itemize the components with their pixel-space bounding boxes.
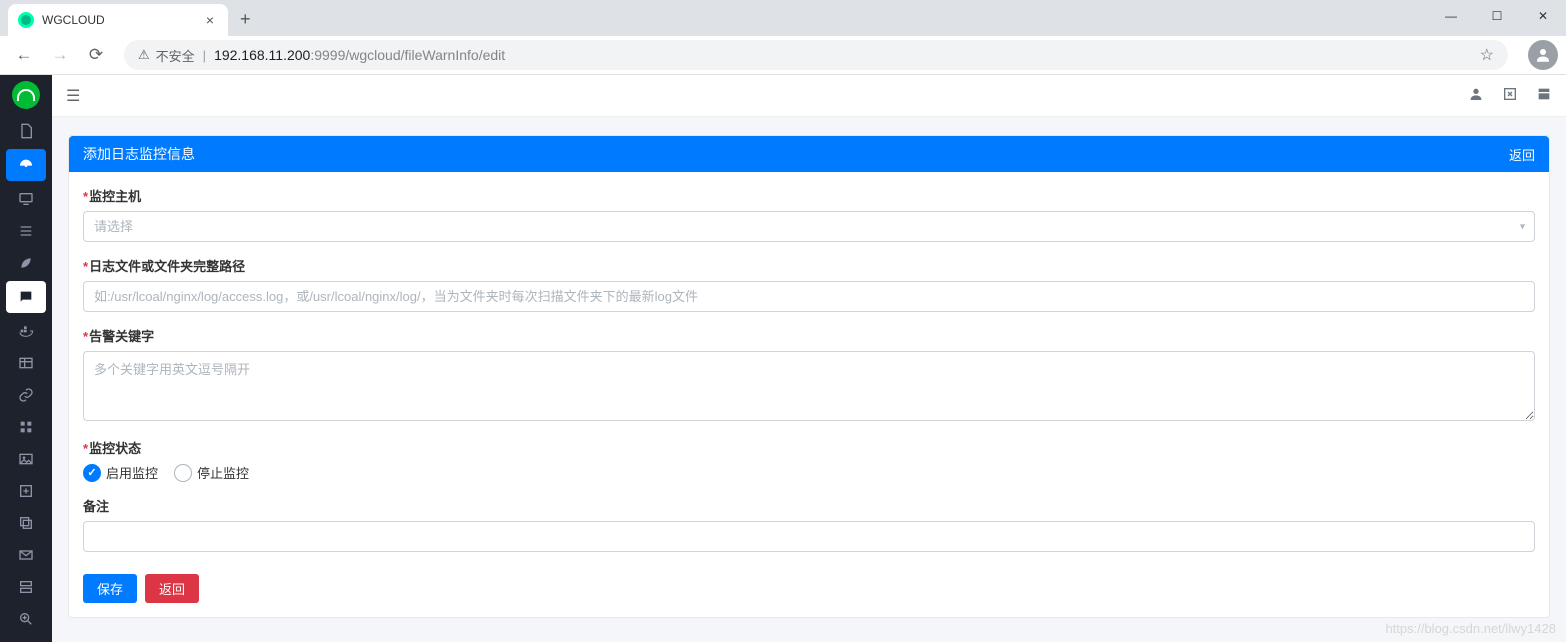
status-enable-radio[interactable]: 启用监控 (83, 463, 158, 482)
nav-forward-button[interactable]: → (44, 39, 76, 71)
sidebar-item-chat[interactable] (6, 281, 46, 313)
keyword-textarea[interactable] (83, 351, 1535, 421)
host-select[interactable] (83, 211, 1535, 242)
panel-back-link[interactable]: 返回 (1509, 145, 1535, 164)
profile-avatar-icon[interactable] (1528, 40, 1558, 70)
panel-title: 添加日志监控信息 (83, 144, 195, 164)
status-disable-label: 停止监控 (197, 463, 249, 482)
tab-close-icon[interactable]: × (202, 12, 218, 28)
layout-icon[interactable] (1536, 86, 1552, 106)
sidebar (0, 75, 52, 642)
status-disable-radio[interactable]: 停止监控 (174, 463, 249, 482)
user-icon[interactable] (1468, 86, 1484, 106)
sidebar-item-list[interactable] (0, 215, 52, 247)
maximize-button[interactable]: ☐ (1474, 0, 1520, 32)
sidebar-item-file[interactable] (0, 115, 52, 147)
tab-favicon-icon (18, 12, 34, 28)
status-enable-label: 启用监控 (106, 463, 158, 482)
save-button[interactable]: 保存 (83, 574, 137, 603)
host-label: 监控主机 (83, 186, 1535, 205)
radio-checked-icon (83, 464, 101, 482)
panel-header: 添加日志监控信息 返回 (69, 136, 1549, 172)
top-bar-actions (1468, 86, 1552, 106)
top-bar: ☰ (52, 75, 1566, 117)
warning-icon: ⚠ (138, 47, 150, 63)
sidebar-item-copy[interactable] (0, 507, 52, 539)
address-bar: ← → ⟳ ⚠ 不安全 | 192.168.11.200:9999/wgclou… (0, 36, 1566, 75)
status-label: 监控状态 (83, 438, 1535, 457)
sidebar-item-zoom[interactable] (0, 603, 52, 635)
keyword-label: 告警关键字 (83, 326, 1535, 345)
path-input[interactable] (83, 281, 1535, 312)
tab-title: WGCLOUD (42, 13, 194, 27)
remark-label: 备注 (83, 496, 1535, 515)
sidebar-item-server[interactable] (0, 571, 52, 603)
remark-input[interactable] (83, 521, 1535, 552)
app-shell: ☰ 添加日志监控信息 返回 监控主机 (0, 75, 1566, 642)
sidebar-item-dashboard[interactable] (6, 149, 46, 181)
browser-tab[interactable]: WGCLOUD × (8, 4, 228, 36)
close-square-icon[interactable] (1502, 86, 1518, 106)
sidebar-item-docker[interactable] (0, 315, 52, 347)
cancel-button[interactable]: 返回 (145, 574, 199, 603)
bookmark-icon[interactable]: ☆ (1480, 45, 1494, 65)
sidebar-item-table[interactable] (0, 347, 52, 379)
app-logo[interactable] (0, 75, 52, 115)
url-input[interactable]: ⚠ 不安全 | 192.168.11.200:9999/wgcloud/file… (124, 40, 1508, 70)
new-tab-button[interactable]: + (240, 9, 251, 30)
radio-unchecked-icon (174, 464, 192, 482)
close-window-button[interactable]: ✕ (1520, 0, 1566, 32)
path-label: 日志文件或文件夹完整路径 (83, 256, 1535, 275)
sidebar-item-grid[interactable] (0, 411, 52, 443)
form-panel: 添加日志监控信息 返回 监控主机 日志文件或文件夹完整路径 (68, 135, 1550, 618)
panel-body: 监控主机 日志文件或文件夹完整路径 告警关键字 (69, 172, 1549, 617)
sidebar-item-image[interactable] (0, 443, 52, 475)
url-text: 192.168.11.200:9999/wgcloud/fileWarnInfo… (214, 47, 505, 63)
window-controls: — ☐ ✕ (1428, 0, 1566, 32)
nav-back-button[interactable]: ← (8, 39, 40, 71)
sidebar-item-link[interactable] (0, 379, 52, 411)
sidebar-item-mail[interactable] (0, 539, 52, 571)
url-separator: | (203, 48, 206, 63)
insecure-label: 不安全 (156, 46, 195, 65)
minimize-button[interactable]: — (1428, 0, 1474, 32)
nav-reload-button[interactable]: ⟳ (80, 39, 112, 71)
content-area: 添加日志监控信息 返回 监控主机 日志文件或文件夹完整路径 (52, 117, 1566, 642)
sidebar-item-leaf[interactable] (0, 247, 52, 279)
sidebar-item-add[interactable] (0, 475, 52, 507)
menu-toggle-icon[interactable]: ☰ (66, 86, 80, 106)
insecure-warning: ⚠ 不安全 (138, 46, 195, 65)
sidebar-item-monitor[interactable] (0, 183, 52, 215)
main-area: ☰ 添加日志监控信息 返回 监控主机 (52, 75, 1566, 642)
browser-tab-bar: WGCLOUD × + — ☐ ✕ (0, 0, 1566, 36)
